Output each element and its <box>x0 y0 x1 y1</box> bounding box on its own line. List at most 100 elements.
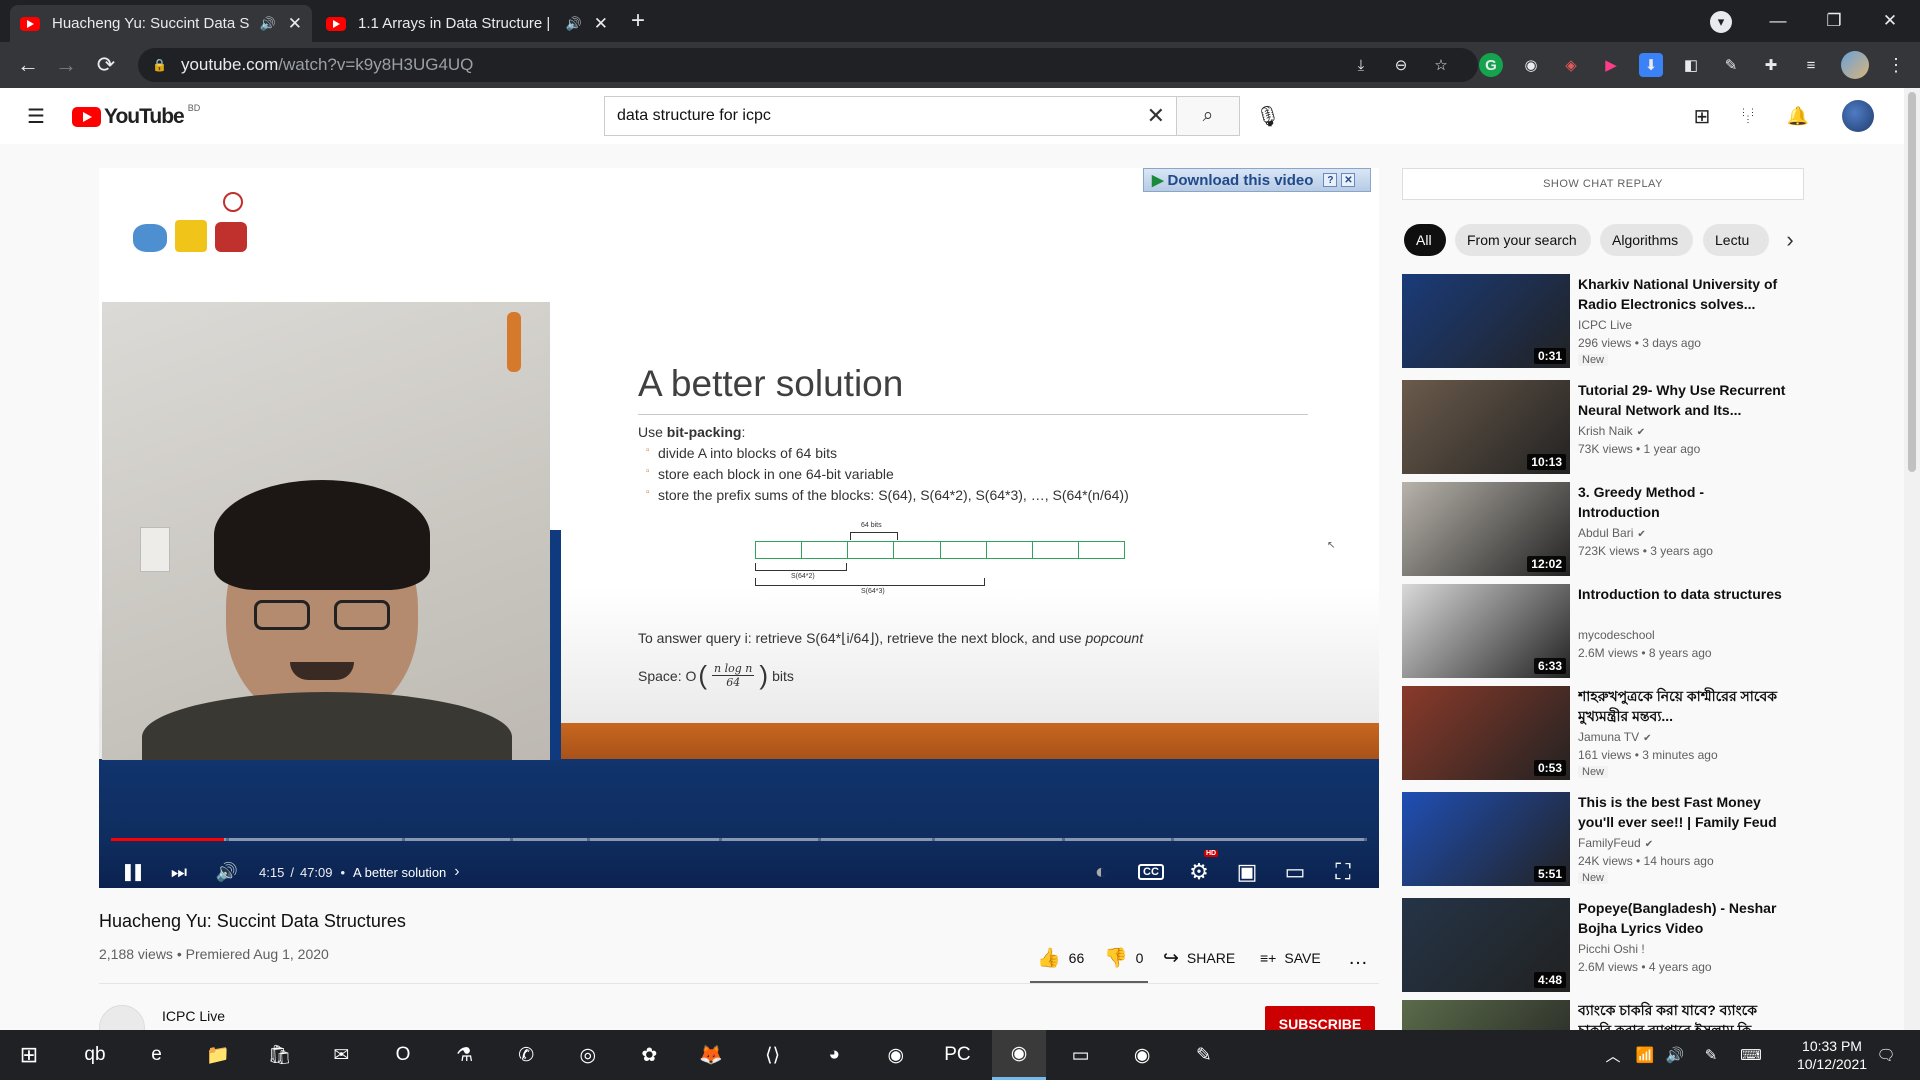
taskbar-qbittorrent-icon[interactable]: qb <box>68 1030 122 1080</box>
media-control-icon[interactable]: ≡ <box>1799 53 1823 77</box>
apps-icon[interactable]: ⋮⋮⋮ <box>1737 102 1759 130</box>
video-channel[interactable]: Abdul Bari ✔ <box>1578 526 1646 540</box>
search-input[interactable]: data structure for icpc ✕ <box>604 96 1177 136</box>
taskbar-opera-icon[interactable]: O <box>376 1030 430 1080</box>
notifications-bell-icon[interactable]: 🔔 <box>1784 102 1812 130</box>
chip-lectures[interactable]: Lectu <box>1703 224 1769 256</box>
video-title[interactable]: 3. Greedy Method - Introduction <box>1578 482 1788 522</box>
miniplayer-button[interactable]: ▣ <box>1227 854 1267 888</box>
video-channel[interactable]: Picchi Oshi ! <box>1578 942 1645 956</box>
recommended-video[interactable]: 4:48 Popeye(Bangladesh) - Neshar Bojha Ly… <box>1402 898 1802 994</box>
taskbar-chrome-icon[interactable]: ◉ <box>1115 1030 1169 1080</box>
clear-search-icon[interactable]: ✕ <box>1147 103 1165 129</box>
volume-tray-icon[interactable]: 🔊 <box>1662 1030 1688 1080</box>
video-title[interactable]: This is the best Fast Money you'll ever … <box>1578 792 1788 832</box>
video-channel[interactable]: FamilyFeud ✔ <box>1578 836 1653 850</box>
volume-button[interactable]: 🔊 <box>209 854 245 888</box>
tab-huacheng-yu[interactable]: Huacheng Yu: Succint Data S 🔊 ✕ <box>10 5 312 42</box>
video-thumbnail[interactable]: 12:02 <box>1402 482 1570 576</box>
video-channel[interactable]: mycodeschool <box>1578 628 1655 642</box>
taskbar-pycharm-icon[interactable]: PC <box>930 1030 984 1080</box>
tab-close-icon[interactable]: ✕ <box>594 14 608 34</box>
video-channel[interactable]: Krish Naik ✔ <box>1578 424 1645 438</box>
settings-button[interactable]: ⚙ <box>1179 854 1219 888</box>
dislike-button[interactable]: 👎 0 <box>1104 940 1143 976</box>
start-button[interactable]: ⊞ <box>0 1030 58 1080</box>
download-video-overlay[interactable]: ▶ Download this video ? ✕ <box>1143 168 1371 192</box>
voice-search-icon[interactable]: 🎙 <box>1254 102 1282 130</box>
share-button[interactable]: ↪ SHARE <box>1163 940 1235 976</box>
taskbar-app-icon[interactable]: ⚗ <box>438 1030 492 1080</box>
taskbar-chrome-icon[interactable]: ◉ <box>992 1030 1046 1080</box>
chip-from-your-search[interactable]: From your search <box>1455 224 1591 256</box>
video-channel[interactable]: ICPC Live <box>1578 318 1632 332</box>
next-button[interactable]: ⏭ <box>161 854 197 888</box>
taskbar-vscode-icon[interactable]: ⟨⟩ <box>746 1030 800 1080</box>
new-tab-button[interactable]: + <box>624 7 652 35</box>
search-button[interactable]: ⌕ <box>1176 96 1240 136</box>
video-channel[interactable]: Jamuna TV ✔ <box>1578 730 1652 744</box>
chapter-arrow-icon[interactable]: › <box>454 863 459 881</box>
browser-menu-icon[interactable]: ⋮ <box>1878 42 1914 88</box>
reload-button[interactable]: ⟳ <box>88 42 124 88</box>
back-button[interactable]: ← <box>10 42 46 88</box>
chip-algorithms[interactable]: Algorithms <box>1600 224 1693 256</box>
video-thumbnail[interactable]: 5:51 <box>1402 792 1570 886</box>
download-label[interactable]: Download this video <box>1168 172 1314 189</box>
video-thumbnail[interactable]: 4:48 <box>1402 898 1570 992</box>
taskbar-file-explorer-icon[interactable]: 📁 <box>191 1030 245 1080</box>
chip-all[interactable]: All <box>1404 224 1446 256</box>
keyboard-icon[interactable]: ⌨ <box>1738 1030 1764 1080</box>
extension-icon[interactable]: ◧ <box>1679 53 1703 77</box>
taskbar-mail-icon[interactable]: ✉ <box>314 1030 368 1080</box>
video-thumbnail[interactable]: 10:13 <box>1402 380 1570 474</box>
maximize-button[interactable]: ❐ <box>1806 0 1862 42</box>
pen-extension-icon[interactable]: ✎ <box>1719 53 1743 77</box>
address-bar[interactable]: 🔒 youtube.com/watch?v=k9y8H3UG4UQ <box>138 48 1478 82</box>
tab-close-icon[interactable]: ✕ <box>288 14 302 34</box>
grammarly-extension-icon[interactable]: G <box>1479 53 1503 77</box>
show-chat-replay-button[interactable]: SHOW CHAT REPLAY <box>1402 168 1804 200</box>
page-scrollbar[interactable] <box>1904 88 1920 1030</box>
taskbar-app-icon[interactable]: ✿ <box>622 1030 676 1080</box>
tab-audio-icon[interactable]: 🔊 <box>260 16 276 32</box>
channel-name[interactable]: ICPC Live <box>162 1008 225 1024</box>
progress-bar[interactable] <box>111 838 1367 841</box>
download-close-icon[interactable]: ✕ <box>1341 173 1356 187</box>
tab-arrays-in-data-structure[interactable]: 1.1 Arrays in Data Structure | 🔊 ✕ <box>316 5 618 42</box>
chips-next-icon[interactable]: › <box>1770 224 1810 256</box>
pause-button[interactable]: ❚❚ <box>113 854 149 888</box>
taskbar-browser-icon[interactable]: ◕ <box>807 1030 861 1080</box>
scrollbar-thumb[interactable] <box>1908 92 1916 472</box>
close-window-button[interactable]: ✕ <box>1862 0 1918 42</box>
user-avatar[interactable] <box>1842 100 1874 132</box>
download-extension-icon[interactable]: ⬇ <box>1639 53 1663 77</box>
zoom-icon[interactable]: ⊖ <box>1389 53 1413 77</box>
recommended-video[interactable]: 5:51 This is the best Fast Money you'll e… <box>1402 792 1802 888</box>
autoplay-toggle[interactable]: ◐ <box>1081 854 1121 888</box>
tab-search-button[interactable]: ▾ <box>1710 11 1732 33</box>
taskbar-chrome-icon[interactable]: ◉ <box>869 1030 923 1080</box>
recommended-video[interactable]: 10:13 Tutorial 29- Why Use Recurrent Neur… <box>1402 380 1802 476</box>
like-button[interactable]: 👍 66 <box>1037 940 1084 976</box>
video-title[interactable]: শাহরুখপুত্রকে নিয়ে কাশ্মীরের সাবেক মুখ্… <box>1578 686 1788 726</box>
taskbar-app-icon[interactable]: ✎ <box>1177 1030 1231 1080</box>
youtube-logo[interactable]: YouTube BD <box>72 103 200 129</box>
video-title[interactable]: Kharkiv National University of Radio Ele… <box>1578 274 1788 314</box>
recommended-video[interactable]: 6:33 Introduction to data structures mycod… <box>1402 584 1802 680</box>
recommended-video[interactable]: 0:53 শাহরুখপুত্রকে নিয়ে কাশ্মীরের সাবেক … <box>1402 686 1802 782</box>
profile-avatar[interactable] <box>1841 51 1869 79</box>
recommended-video[interactable]: 0:31 Kharkiv National University of Radio… <box>1402 274 1802 370</box>
taskbar-firefox-icon[interactable]: 🦊 <box>684 1030 738 1080</box>
taskbar-terminal-icon[interactable]: ▭ <box>1054 1030 1108 1080</box>
guide-menu-icon[interactable]: ☰ <box>22 102 50 130</box>
create-video-icon[interactable]: ⊞ <box>1688 102 1716 130</box>
video-thumbnail[interactable]: 0:53 <box>1402 686 1570 780</box>
notifications-icon[interactable]: 🗨 <box>1866 1030 1906 1080</box>
wifi-icon[interactable]: 📶 <box>1632 1030 1658 1080</box>
download-help-icon[interactable]: ? <box>1323 173 1338 187</box>
theater-mode-button[interactable]: ▭ <box>1275 854 1315 888</box>
taskbar-github-icon[interactable]: ◎ <box>561 1030 615 1080</box>
bookmark-star-icon[interactable]: ☆ <box>1429 53 1453 77</box>
minimize-button[interactable]: — <box>1750 0 1806 42</box>
